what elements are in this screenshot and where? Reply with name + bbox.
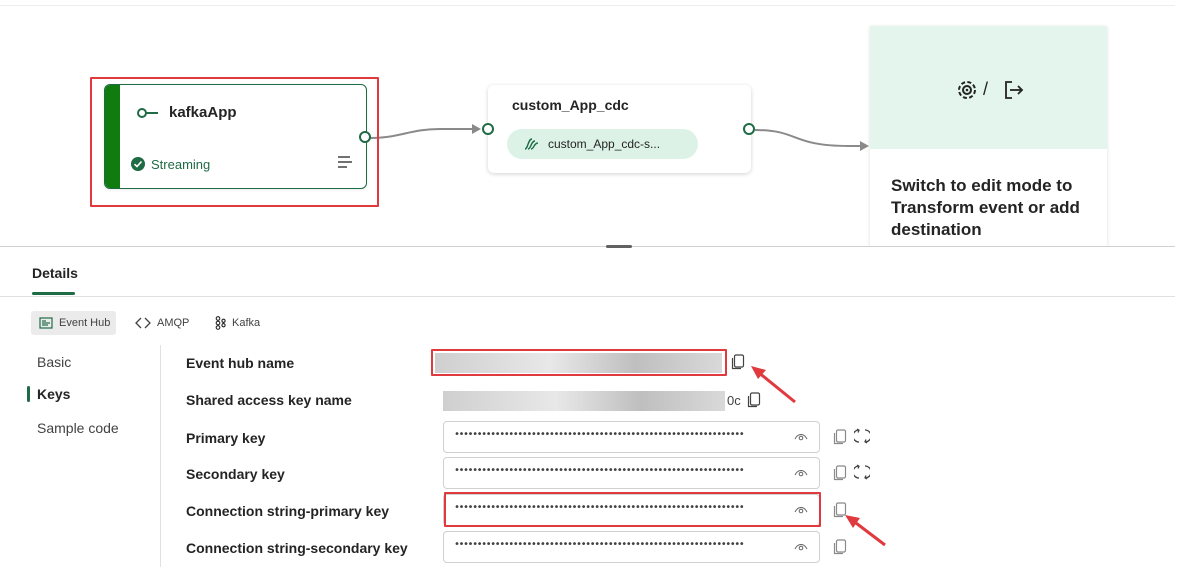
protocol-tab-amqp[interactable]: AMQP	[127, 311, 195, 335]
edge-arrowhead-2	[860, 141, 869, 151]
amqp-icon	[135, 317, 151, 329]
shared-access-key-name-value-redacted	[443, 391, 725, 411]
annotation-arrow-connection-string-primary	[845, 515, 886, 547]
protocol-tab-kafka[interactable]: Kafka	[206, 311, 266, 335]
stream-node-pill-label: custom_App_cdc-s...	[548, 137, 661, 151]
secondary-key-label: Secondary key	[186, 466, 285, 482]
show-secondary-key-eye-icon[interactable]	[794, 468, 808, 478]
edge-source-to-stream	[369, 128, 472, 139]
nav-keys[interactable]: Keys	[37, 386, 70, 402]
copy-shared-access-key-name-icon[interactable]	[747, 392, 761, 408]
show-connection-string-secondary-eye-icon[interactable]	[794, 542, 808, 552]
details-divider	[0, 296, 1175, 297]
protocol-tab-label: AMQP	[157, 317, 190, 329]
protocol-tab-label: Event Hub	[59, 317, 111, 329]
destination-placeholder: / Switch to edit mode to Transform event…	[870, 26, 1107, 246]
destination-placeholder-message: Switch to edit mode to Transform event o…	[891, 176, 1080, 239]
copy-secondary-key-icon[interactable]	[833, 465, 847, 481]
stream-node-title: custom_App_cdc	[512, 97, 629, 113]
copy-primary-key-icon[interactable]	[833, 429, 847, 445]
eventstream-icon	[524, 138, 539, 150]
destination-placeholder-header	[870, 26, 1107, 149]
exit-destination-icon	[1005, 81, 1024, 99]
protocol-tab-label: Kafka	[232, 317, 261, 329]
primary-key-field[interactable]: ••••••••••••••••••••••••••••••••••••••••…	[443, 421, 820, 453]
highlight-connection-string-primary	[444, 492, 821, 527]
copy-connection-string-secondary-icon[interactable]	[833, 539, 847, 555]
eventstream-canvas: kafkaApp Streaming custom_App_cdc custom…	[0, 0, 1199, 246]
copy-connection-string-primary-icon[interactable]	[833, 502, 847, 518]
tab-details-underline	[32, 292, 75, 295]
nav-active-indicator	[27, 386, 30, 402]
tab-details[interactable]: Details	[32, 265, 78, 281]
stream-output-port[interactable]	[743, 123, 755, 135]
stream-node-custom-app-cdc[interactable]: custom_App_cdc custom_App_cdc-s...	[488, 85, 751, 173]
nav-divider	[160, 345, 161, 567]
protocol-tab-event-hub[interactable]: Event Hub	[31, 311, 117, 335]
copy-event-hub-name-icon[interactable]	[731, 354, 745, 370]
transform-gear-icon	[958, 81, 976, 99]
event-hub-icon	[39, 317, 53, 329]
regenerate-secondary-key-icon[interactable]	[854, 464, 870, 480]
destination-slash: /	[983, 79, 989, 99]
show-primary-key-eye-icon[interactable]	[794, 432, 808, 442]
highlight-source-node	[90, 77, 379, 207]
connection-string-secondary-field[interactable]: ••••••••••••••••••••••••••••••••••••••••…	[443, 531, 820, 563]
highlight-event-hub-name	[431, 349, 727, 376]
nav-basic[interactable]: Basic	[37, 354, 71, 370]
primary-key-masked-value: ••••••••••••••••••••••••••••••••••••••••…	[454, 429, 745, 440]
pane-splitter-handle[interactable]	[606, 245, 632, 248]
edge-stream-to-dest	[754, 129, 862, 147]
edge-arrowhead-1	[472, 124, 481, 134]
primary-key-label: Primary key	[186, 430, 266, 446]
connection-string-secondary-masked-value: ••••••••••••••••••••••••••••••••••••••••…	[454, 539, 745, 550]
connection-string-secondary-label: Connection string-secondary key	[186, 540, 408, 556]
secondary-key-masked-value: ••••••••••••••••••••••••••••••••••••••••…	[454, 465, 745, 476]
regenerate-primary-key-icon[interactable]	[854, 428, 870, 444]
stream-node-pill[interactable]: custom_App_cdc-s...	[507, 129, 698, 159]
stream-input-port[interactable]	[482, 123, 494, 135]
shared-access-key-name-tail: 0c	[727, 393, 741, 408]
event-hub-name-label: Event hub name	[186, 355, 295, 371]
shared-access-key-name-label: Shared access key name	[186, 392, 352, 408]
secondary-key-field[interactable]: ••••••••••••••••••••••••••••••••••••••••…	[443, 457, 820, 489]
pane-splitter	[0, 246, 1175, 247]
kafka-icon	[215, 316, 226, 330]
nav-sample-code[interactable]: Sample code	[37, 420, 119, 436]
connection-string-primary-label: Connection string-primary key	[186, 503, 390, 519]
